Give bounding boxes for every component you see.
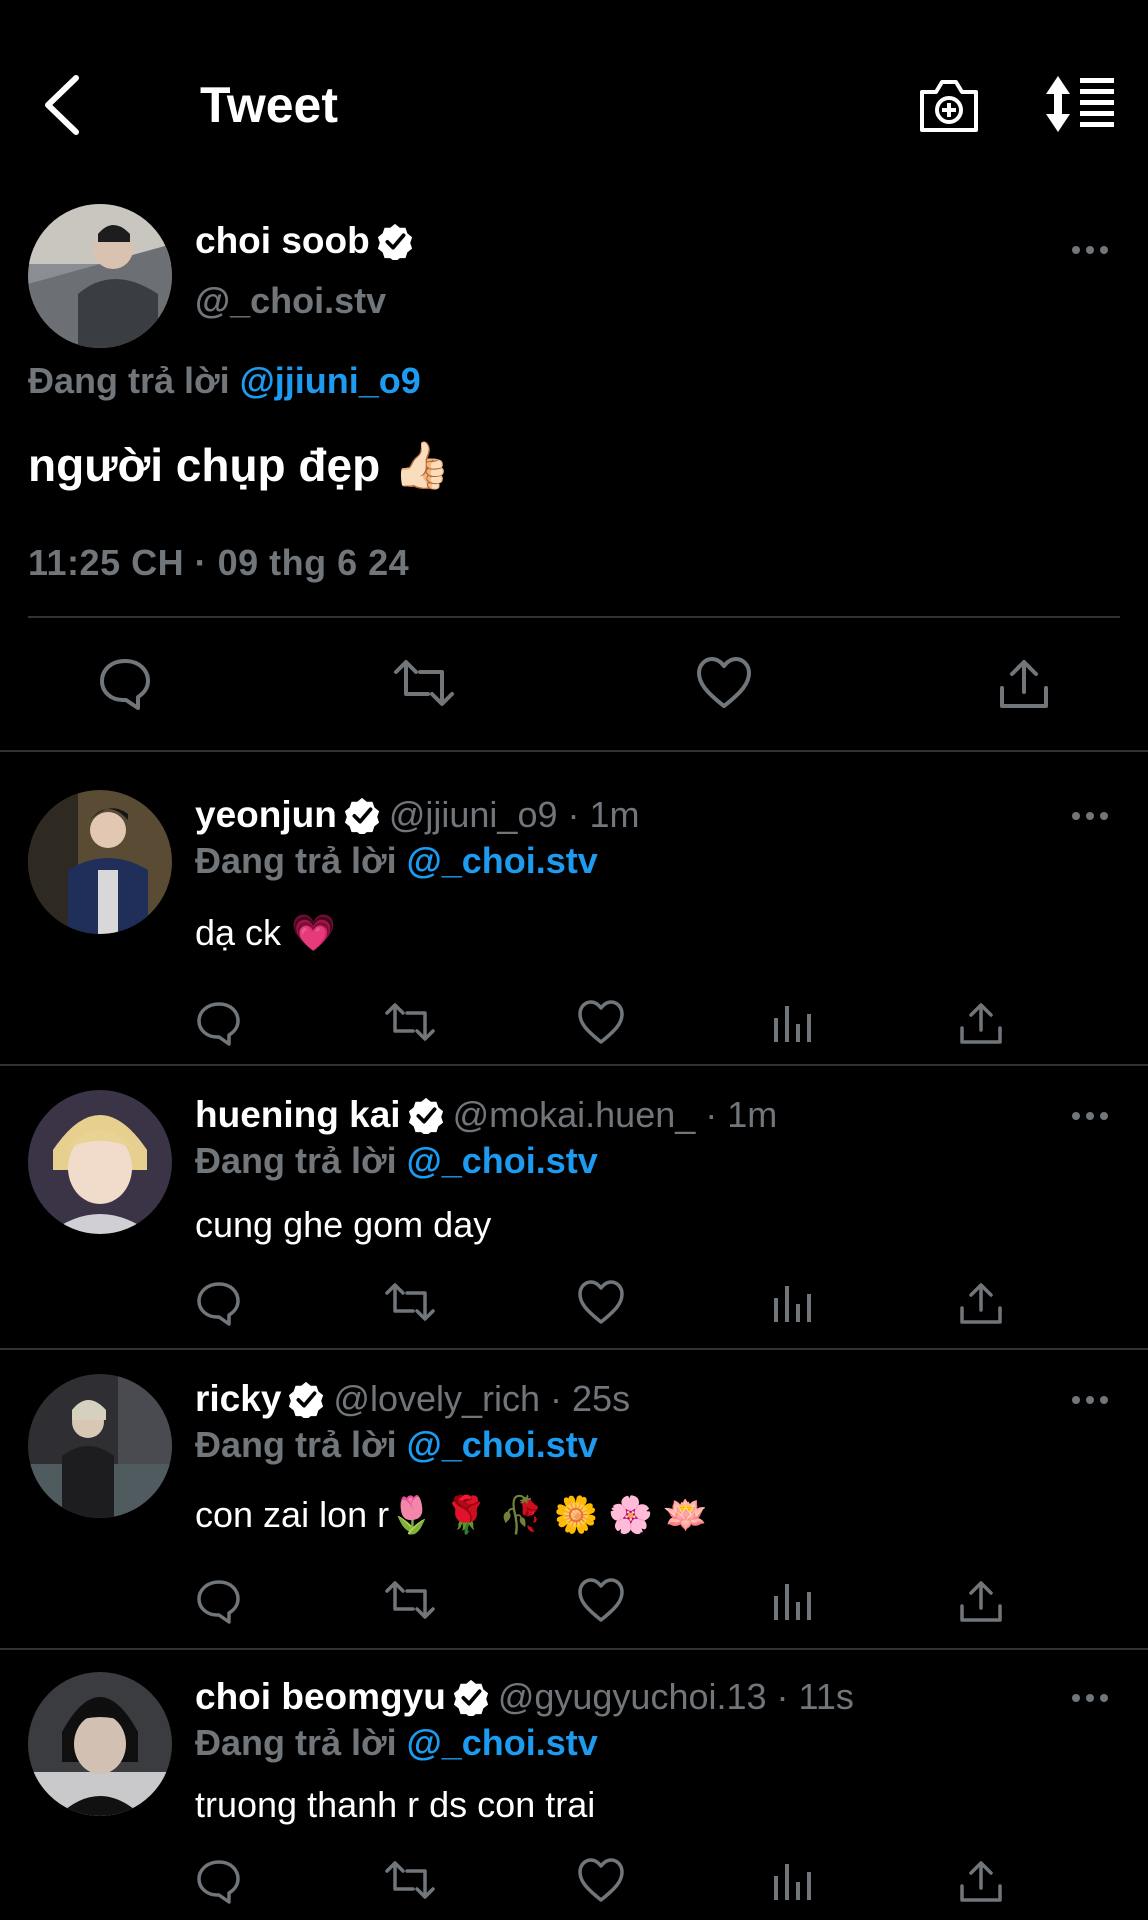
reply-mention-link[interactable]: @_choi.stv (407, 840, 598, 881)
author-handle[interactable]: @gyugyuchoi.13 · 11s (498, 1676, 854, 1718)
author-handle[interactable]: @lovely_rich · 25s (333, 1378, 630, 1420)
author-name[interactable]: huening kai (195, 1094, 401, 1136)
share-icon[interactable] (958, 1858, 1004, 1904)
reply-icon[interactable] (196, 1858, 242, 1904)
tweet-timestamp[interactable]: 11:25 CH · 09 thg 6 24 (28, 542, 409, 584)
author-name[interactable]: choi soob (195, 220, 370, 262)
like-icon[interactable] (578, 1578, 624, 1624)
author-name[interactable]: choi beomgyu (195, 1676, 446, 1718)
reply-mention-link[interactable]: @_choi.stv (407, 1424, 598, 1465)
analytics-icon[interactable] (770, 1000, 816, 1046)
retweet-icon[interactable] (384, 1000, 436, 1046)
like-icon[interactable] (578, 1000, 624, 1046)
like-icon[interactable] (578, 1280, 624, 1326)
verified-badge-icon (344, 797, 379, 834)
sort-icon[interactable] (1044, 74, 1116, 134)
like-icon[interactable] (578, 1858, 624, 1904)
analytics-icon[interactable] (770, 1858, 816, 1904)
reply-icon[interactable] (98, 656, 152, 710)
tweet-text: người chụp đẹp 👍🏻 (28, 439, 451, 491)
author-name[interactable]: ricky (195, 1378, 281, 1420)
camera-add-icon[interactable] (918, 76, 980, 134)
author-handle[interactable]: @_choi.stv (195, 280, 386, 322)
retweet-icon[interactable] (384, 1280, 436, 1326)
tweet-actions (0, 640, 1148, 750)
analytics-icon[interactable] (770, 1578, 816, 1624)
more-options-icon[interactable] (1070, 1688, 1110, 1708)
divider (0, 1648, 1148, 1650)
verified-badge-icon (453, 1679, 488, 1716)
replying-to: Đang trả lời @_choi.stv (195, 1424, 598, 1465)
avatar[interactable] (28, 204, 172, 348)
retweet-icon[interactable] (384, 1578, 436, 1624)
avatar[interactable] (28, 1374, 172, 1518)
share-icon[interactable] (958, 1000, 1004, 1046)
share-icon[interactable] (958, 1280, 1004, 1326)
divider (0, 1348, 1148, 1350)
author-handle[interactable]: @jjiuni_o9 · 1m (389, 794, 640, 836)
more-options-icon[interactable] (1070, 240, 1110, 260)
reply-mention-link[interactable]: @jjiuni_o9 (240, 360, 421, 401)
replying-to: Đang trả lời @_choi.stv (195, 1140, 598, 1181)
more-options-icon[interactable] (1070, 806, 1110, 826)
avatar[interactable] (28, 1090, 172, 1234)
reply-mention-link[interactable]: @_choi.stv (407, 1722, 598, 1763)
tweet-text: dạ ck 💗 (195, 912, 336, 953)
reply-icon[interactable] (196, 1000, 242, 1046)
replying-to: Đang trả lời @_choi.stv (195, 1722, 598, 1763)
replying-to: Đang trả lời @_choi.stv (195, 840, 598, 881)
avatar[interactable] (28, 790, 172, 934)
reply-icon[interactable] (196, 1280, 242, 1326)
tweet-text: cung ghe gom day (195, 1204, 492, 1245)
tweet-text: con zai lon r🌷 🌹 🥀 🌼 🌸 🪷 (195, 1494, 709, 1535)
verified-badge-icon (408, 1097, 443, 1134)
like-icon[interactable] (696, 656, 752, 710)
more-options-icon[interactable] (1070, 1390, 1110, 1410)
author-name[interactable]: yeonjun (195, 794, 337, 836)
more-options-icon[interactable] (1070, 1106, 1110, 1126)
page-title: Tweet (200, 77, 338, 133)
verified-badge-icon (377, 223, 412, 260)
author-handle[interactable]: @mokai.huen_ · 1m (453, 1094, 778, 1136)
retweet-icon[interactable] (384, 1858, 436, 1904)
share-icon[interactable] (958, 1578, 1004, 1624)
retweet-icon[interactable] (392, 656, 456, 710)
replying-to: Đang trả lời @jjiuni_o9 (28, 360, 421, 401)
reply-mention-link[interactable]: @_choi.stv (407, 1140, 598, 1181)
chevron-left-icon[interactable] (38, 70, 88, 140)
reply-icon[interactable] (196, 1578, 242, 1624)
analytics-icon[interactable] (770, 1280, 816, 1326)
divider (0, 1064, 1148, 1066)
tweet-text: truong thanh r ds con trai (195, 1784, 596, 1825)
verified-badge-icon (289, 1381, 324, 1418)
divider (28, 616, 1120, 618)
avatar[interactable] (28, 1672, 172, 1816)
top-bar: Tweet (0, 0, 1148, 200)
share-icon[interactable] (998, 656, 1050, 710)
